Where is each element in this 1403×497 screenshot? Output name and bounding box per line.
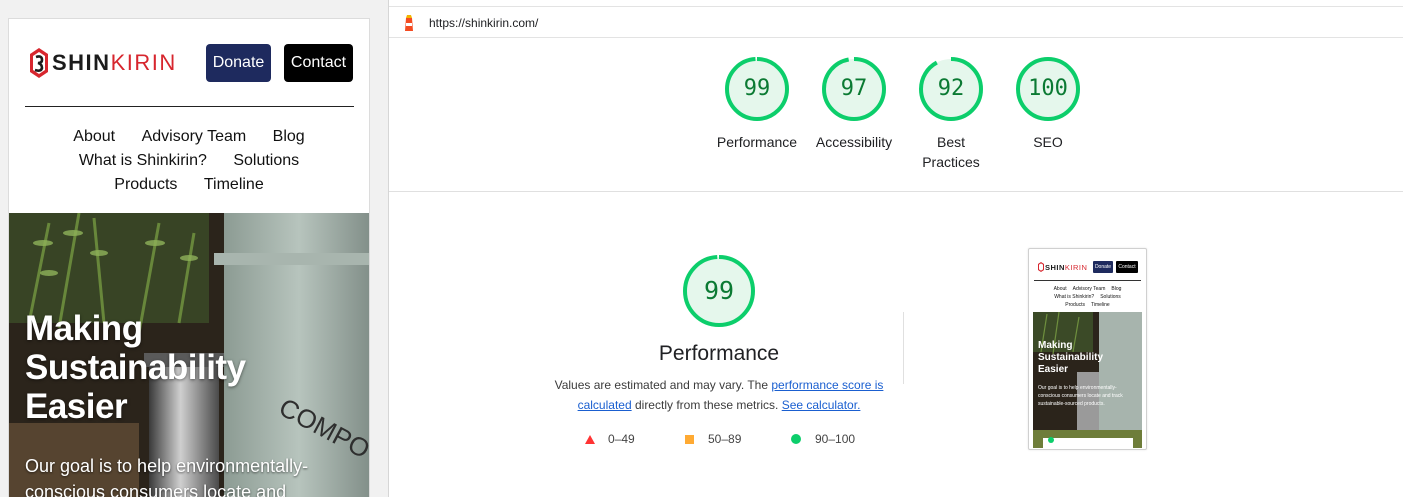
site-header: SHIN KIRIN Donate Contact About Advisory …: [9, 19, 369, 213]
gauge-label: Accessibility: [815, 134, 893, 150]
pass-circle-icon: [791, 434, 801, 444]
nav-link: Products: [1065, 302, 1085, 308]
gauge-score: 99: [743, 76, 771, 101]
performance-score: 99: [703, 276, 735, 305]
see-calculator-link[interactable]: See calculator.: [782, 398, 861, 412]
nav-link: Advisory Team: [1072, 286, 1106, 292]
lighthouse-report: https://shinkirin.com/ 99 Performance 97…: [388, 0, 1403, 497]
gauge-label: Performance: [716, 134, 798, 150]
nav-link-about[interactable]: About: [73, 128, 115, 145]
logo-text-shin: SHIN: [1045, 262, 1065, 272]
legend-range: 50–89: [708, 432, 742, 446]
gauge-score: 100: [1028, 76, 1068, 101]
thumbnail-logo: SHIN KIRIN: [1037, 261, 1087, 273]
performance-gauge-large: 99: [679, 254, 759, 330]
desc-text: Values are estimated and may vary. The: [554, 378, 772, 392]
gauge-best-practices[interactable]: 92 Best Practices: [901, 56, 1001, 176]
nav-link: About: [1053, 286, 1067, 292]
performance-description: Values are estimated and may vary. The p…: [549, 375, 889, 415]
report-url[interactable]: https://shinkirin.com/: [429, 16, 538, 30]
screenshot: SHIN KIRIN Donate Contact About Advisory …: [0, 0, 1403, 497]
thumbnail-nav: About Advisory Team Blog What is Shinkirin…: [1029, 285, 1146, 309]
logo-text-kirin: KIRIN: [1064, 262, 1088, 272]
performance-title: Performance: [658, 342, 780, 365]
nav-row: Products Timeline: [1029, 301, 1146, 309]
thumbnail-hero-image: [1033, 312, 1142, 448]
nav-link-advisory-team[interactable]: Advisory Team: [142, 128, 247, 145]
legend-pass: 90–100: [791, 432, 855, 446]
mobile-site-preview: SHIN KIRIN Donate Contact About Advisory …: [8, 18, 370, 497]
nav-row: About Advisory Team Blog: [9, 125, 369, 149]
gauge-score: 92: [937, 76, 965, 101]
nav-link: Blog: [1111, 286, 1122, 292]
nav-row: About Advisory Team Blog: [1029, 285, 1146, 293]
header-divider: [25, 106, 354, 107]
nav-link-blog[interactable]: Blog: [273, 128, 305, 145]
gauge-accessibility[interactable]: 97 Accessibility: [804, 56, 904, 176]
nav-row: Products Timeline: [9, 173, 369, 197]
score-legend: 0–49 50–89 90–100: [585, 432, 885, 452]
desc-text: directly from these metrics.: [631, 398, 782, 412]
thumbnail-divider: [1034, 280, 1141, 281]
thumbnail-hero: Making Sustainability Easier Our goal is…: [1033, 312, 1142, 448]
average-square-icon: [685, 434, 694, 444]
dragon-logo-icon: [30, 48, 48, 78]
dragon-logo-icon: [1038, 262, 1044, 272]
thumbnail-donate-button: Donate: [1093, 261, 1113, 273]
nav-link: Solutions: [1100, 294, 1121, 300]
contact-button[interactable]: Contact: [284, 44, 353, 82]
gauge-seo[interactable]: 100 SEO: [998, 56, 1098, 176]
logo-text-shin: SHIN: [52, 50, 111, 75]
nav-link: Timeline: [1091, 302, 1110, 308]
thumbnail-hero-title: Making Sustainability Easier: [1038, 340, 1104, 375]
nav-row: What is Shinkirin? Solutions: [9, 149, 369, 173]
nav-link-solutions[interactable]: Solutions: [233, 152, 299, 169]
section-divider: [389, 191, 1403, 192]
legend-fail: 0–49: [585, 432, 635, 446]
nav-link-timeline[interactable]: Timeline: [204, 176, 264, 193]
page-screenshot-thumbnail[interactable]: SHIN KIRIN Donate Contact About Advisory T…: [1028, 248, 1147, 450]
gauge-score: 97: [840, 76, 868, 101]
hero-section: COMPO Making Sustainability Easier Our g…: [9, 213, 369, 497]
logo-text-kirin: KIRIN: [110, 50, 177, 75]
legend-range: 0–49: [608, 432, 635, 446]
site-nav: About Advisory Team Blog What is Shinkir…: [9, 125, 369, 197]
nav-link-products[interactable]: Products: [114, 176, 177, 193]
vertical-divider: [903, 312, 904, 384]
gauge-label: Best Practices: [922, 134, 980, 170]
legend-range: 90–100: [815, 432, 856, 446]
gauge-performance[interactable]: 99 Performance: [707, 56, 807, 176]
fail-triangle-icon: [585, 434, 595, 444]
donate-button[interactable]: Donate: [206, 44, 271, 82]
thumbnail-contact-button: Contact: [1116, 261, 1138, 273]
nav-link: What is Shinkirin?: [1054, 294, 1095, 300]
legend-average: 50–89: [685, 432, 741, 446]
thumbnail-hero-subtitle: Our goal is to help environmentally-cons…: [1038, 385, 1123, 407]
gauge-label: SEO: [1033, 134, 1063, 150]
hero-subtitle: Our goal is to help environmentally-cons…: [25, 456, 309, 497]
report-url-bar: https://shinkirin.com/: [389, 6, 1403, 38]
hero-title: Making Sustainability Easier: [25, 309, 246, 426]
site-logo[interactable]: SHIN KIRIN: [27, 46, 177, 80]
nav-row: What is Shinkirin? Solutions: [1029, 293, 1146, 301]
lighthouse-icon: [405, 15, 413, 31]
nav-link-what-is-shinkirin[interactable]: What is Shinkirin?: [79, 152, 207, 169]
